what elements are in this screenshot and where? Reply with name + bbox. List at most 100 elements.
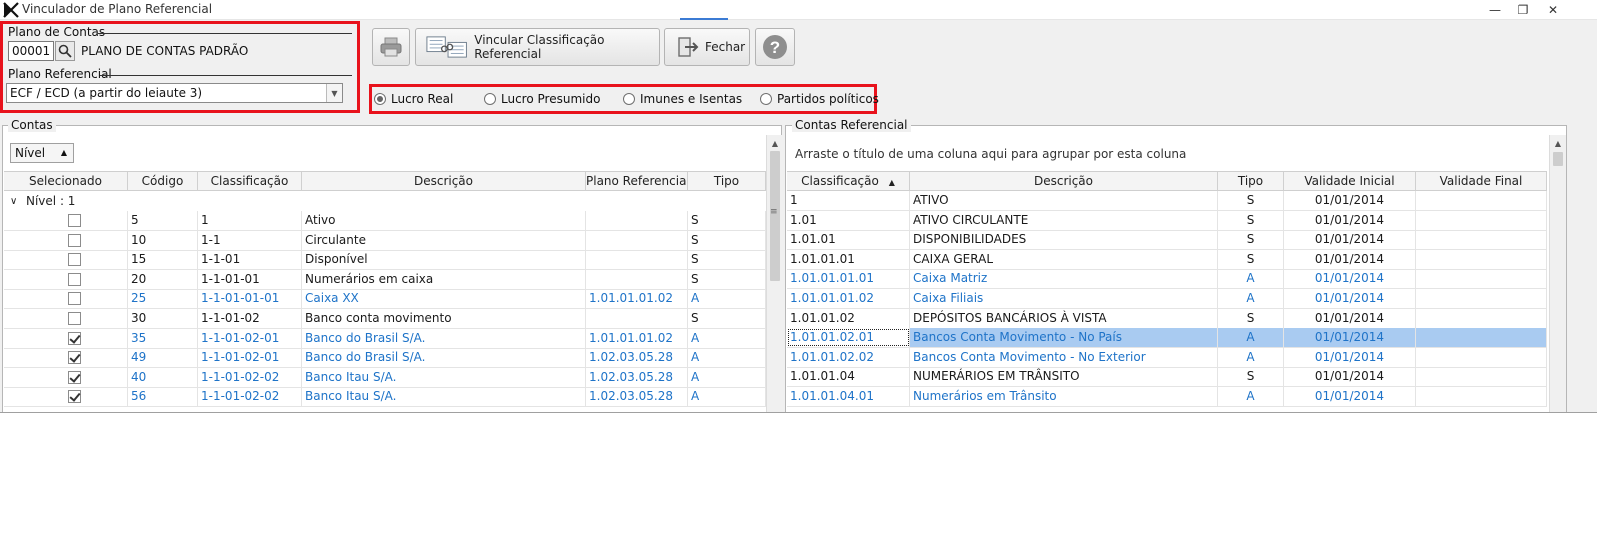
radio-indicator[interactable] <box>484 93 496 105</box>
cell-ref-inicio: 01/01/2014 <box>1284 308 1416 328</box>
plano-contas-lookup-button[interactable] <box>55 41 75 61</box>
table-row[interactable]: 20 1-1-01-01 Numerários em caixa S <box>4 269 766 290</box>
row-checkbox[interactable] <box>68 331 81 345</box>
table-row[interactable]: 1.01.01.02.02 Bancos Conta Movimento - No… <box>787 347 1547 368</box>
row-checkbox[interactable] <box>68 370 81 384</box>
radio-indicator[interactable] <box>760 93 772 105</box>
table-row[interactable]: 1.01.01.01.02 Caixa Filiais A 01/01/2014 <box>787 289 1547 309</box>
col-header-classificacao-ref[interactable]: Classificação ▲ <box>787 172 910 191</box>
row-checkbox[interactable] <box>68 351 81 365</box>
table-row[interactable]: 15 1-1-01 Disponível S <box>4 250 766 271</box>
restore-button[interactable]: ❐ <box>1508 0 1538 20</box>
row-checkbox[interactable] <box>68 312 81 325</box>
cell-tipo: A <box>688 328 766 348</box>
contas-grid: Selecionado Código Classificação Descriç… <box>4 171 766 411</box>
col-header-codigo[interactable]: Código <box>128 172 198 191</box>
plano-referencial-select[interactable]: ECF / ECD (a partir do leiaute 3) ▼ <box>6 83 343 103</box>
radio-lucro-presumido[interactable]: Lucro Presumido <box>484 92 600 106</box>
table-row[interactable]: 49 1-1-01-02-01 Banco do Brasil S/A. 1.02.0… <box>4 348 766 369</box>
col-header-descricao-ref[interactable]: Descrição <box>910 172 1218 191</box>
col-header-validade-final[interactable]: Validade Final <box>1416 172 1547 191</box>
print-button[interactable] <box>372 28 410 66</box>
scroll-up-icon[interactable]: ▲ <box>767 135 783 151</box>
nivel-label: Nível <box>15 146 46 160</box>
search-icon <box>58 44 72 58</box>
scroll-up-icon[interactable]: ▲ <box>1550 135 1566 151</box>
close-button[interactable]: ✕ <box>1538 0 1568 20</box>
table-row[interactable]: 1 ATIVO S 01/01/2014 <box>787 191 1547 211</box>
plano-contas-code-input[interactable]: 00001 <box>8 41 54 61</box>
radio-indicator[interactable] <box>374 93 386 105</box>
table-row[interactable]: 40 1-1-01-02-02 Banco Itau S/A. 1.02.03.05.… <box>4 367 766 388</box>
table-row[interactable]: 5 1 Ativo S <box>4 211 766 231</box>
col-header-plano-referencial[interactable]: Plano Referencial <box>586 172 688 191</box>
col-header-classificacao[interactable]: Classificação <box>198 172 302 191</box>
help-button[interactable]: ? <box>755 28 795 66</box>
table-row[interactable]: 1.01.01.04 NUMERÁRIOS EM TRÂNSITO S 01/01/2… <box>787 367 1547 388</box>
contas-vertical-scrollbar[interactable]: ▲ ≡ <box>766 135 783 412</box>
radio-lucro-real[interactable]: Lucro Real <box>374 92 453 106</box>
table-row[interactable]: 1.01.01.02.01 Bancos Conta Movimento - No… <box>787 328 1547 349</box>
cell-plano-ref <box>586 250 688 270</box>
col-header-descricao[interactable]: Descrição <box>302 172 586 191</box>
table-row[interactable]: 1.01.01.01.01 Caixa Matriz A 01/01/2014 <box>787 269 1547 290</box>
table-row[interactable]: 1.01 ATIVO CIRCULANTE S 01/01/2014 <box>787 210 1547 231</box>
chevron-down-icon[interactable]: ▼ <box>326 84 342 102</box>
cell-ref-tipo: A <box>1218 387 1284 406</box>
minimize-button[interactable]: — <box>1480 0 1510 20</box>
cell-ref-classificacao: 1.01.01.01 <box>787 249 910 269</box>
col-header-tipo[interactable]: Tipo <box>688 172 766 191</box>
cell-codigo: 56 <box>128 387 198 407</box>
cell-descricao: Ativo <box>302 211 586 230</box>
cell-ref-tipo: S <box>1218 249 1284 269</box>
table-row[interactable]: 1.01.01.01 CAIXA GERAL S 01/01/2014 <box>787 249 1547 270</box>
table-row[interactable]: 56 1-1-01-02-02 Banco Itau S/A. 1.02.03.05.… <box>4 387 766 408</box>
plano-referencial-divider <box>100 75 352 76</box>
plano-referencial-label: Plano Referencial <box>8 67 112 81</box>
row-checkbox[interactable] <box>68 390 81 404</box>
radio-partidos-politicos[interactable]: Partidos políticos <box>760 92 879 106</box>
table-row[interactable]: 25 1-1-01-01-01 Caixa XX 1.01.01.01.02 A <box>4 289 766 310</box>
nivel-group-button[interactable]: Nível ▲ <box>10 143 74 163</box>
col-header-validade-inicial[interactable]: Validade Inicial <box>1284 172 1416 191</box>
table-row[interactable]: 10 1-1 Circulante S <box>4 230 766 251</box>
radio-indicator[interactable] <box>623 93 635 105</box>
row-checkbox[interactable] <box>68 214 81 227</box>
table-row[interactable]: 30 1-1-01-02 Banco conta movimento S <box>4 309 766 329</box>
referencial-grid: Classificação ▲ Descrição Tipo Validade … <box>787 171 1547 411</box>
table-row[interactable]: 35 1-1-01-02-01 Banco do Brasil S/A. 1.01.0… <box>4 328 766 349</box>
cell-plano-ref: 1.02.03.05.28 <box>586 387 688 407</box>
vincular-classificacao-button[interactable]: Vincular Classificação Referencial <box>415 28 660 66</box>
referencial-vertical-scrollbar[interactable]: ▲ <box>1549 135 1566 412</box>
cell-ref-fim <box>1416 328 1547 348</box>
cell-plano-ref <box>586 309 688 328</box>
cell-ref-classificacao: 1.01.01.04 <box>787 367 910 387</box>
cell-selecionado <box>4 367 128 387</box>
expand-chevron-icon[interactable]: ∨ <box>10 192 17 211</box>
cell-ref-descricao: Numerários em Trânsito <box>910 387 1218 406</box>
cell-ref-descricao: DEPÓSITOS BANCÁRIOS À VISTA <box>910 308 1218 328</box>
cell-ref-fim <box>1416 289 1547 308</box>
cell-codigo: 49 <box>128 348 198 368</box>
row-checkbox[interactable] <box>68 233 81 247</box>
sort-up-icon: ▲ <box>60 148 67 157</box>
cell-classificacao: 1-1 <box>198 230 302 250</box>
row-checkbox[interactable] <box>68 272 81 286</box>
radio-imunes-isentas[interactable]: Imunes e Isentas <box>623 92 742 106</box>
col-header-selecionado[interactable]: Selecionado <box>4 172 128 191</box>
table-row[interactable]: 1.01.01.04.01 Numerários em Trânsito A 01/0… <box>787 387 1547 407</box>
group-by-hint[interactable]: Arraste o título de uma coluna aqui para… <box>795 147 1186 161</box>
cell-plano-ref <box>586 230 688 250</box>
table-row[interactable]: 1.01.01.02 DEPÓSITOS BANCÁRIOS À VISTA S 01… <box>787 308 1547 329</box>
group-row-nivel[interactable]: ∨ Nível : 1 <box>4 192 766 211</box>
table-row[interactable]: 1.01.01 DISPONIBILIDADES S 01/01/2014 <box>787 230 1547 251</box>
row-checkbox[interactable] <box>68 253 81 267</box>
col-header-tipo-ref[interactable]: Tipo <box>1218 172 1284 191</box>
cell-ref-classificacao: 1.01.01.01.01 <box>787 269 910 289</box>
referencial-scroll-thumb[interactable] <box>1553 152 1563 166</box>
cell-classificacao: 1 <box>198 211 302 230</box>
row-checkbox[interactable] <box>68 292 81 306</box>
cell-selecionado <box>4 387 128 407</box>
link-accounts-icon <box>426 36 467 58</box>
fechar-button[interactable]: Fechar <box>664 28 750 66</box>
